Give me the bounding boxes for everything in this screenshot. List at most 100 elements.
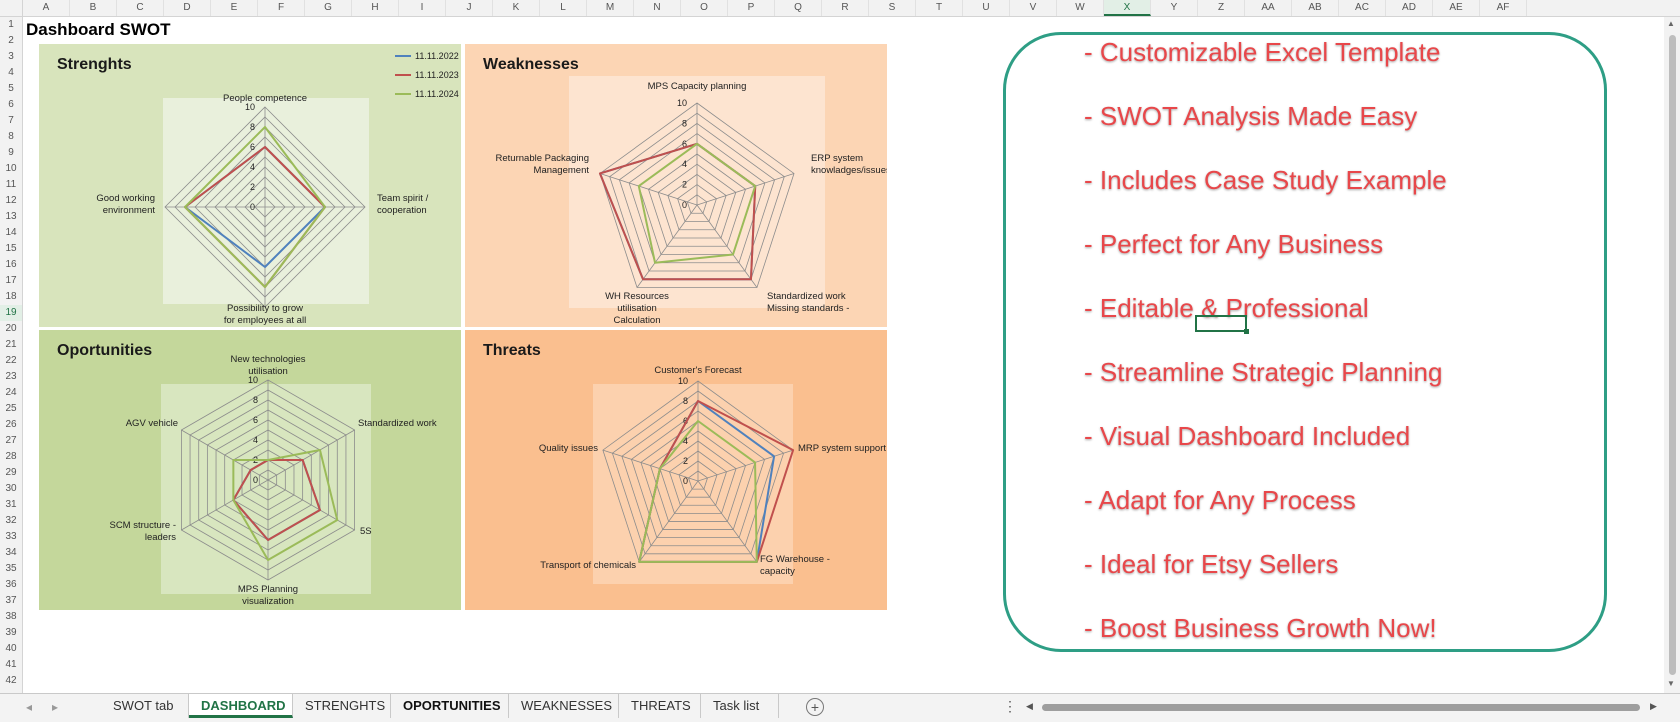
column-header-o[interactable]: O	[681, 0, 728, 16]
add-sheet-icon[interactable]: +	[806, 698, 824, 716]
tab-prev-icon[interactable]: ◂	[26, 700, 32, 714]
row-header-4[interactable]: 4	[0, 65, 22, 81]
column-header-af[interactable]: AF	[1480, 0, 1527, 16]
column-header-r[interactable]: R	[822, 0, 869, 16]
row-header-28[interactable]: 28	[0, 449, 22, 465]
column-header-f[interactable]: F	[258, 0, 305, 16]
row-header-10[interactable]: 10	[0, 161, 22, 177]
row-header-18[interactable]: 18	[0, 289, 22, 305]
column-header-k[interactable]: K	[493, 0, 540, 16]
row-header-12[interactable]: 12	[0, 193, 22, 209]
column-header-ae[interactable]: AE	[1433, 0, 1480, 16]
column-header-ad[interactable]: AD	[1386, 0, 1433, 16]
row-header-34[interactable]: 34	[0, 545, 22, 561]
column-header-i[interactable]: I	[399, 0, 446, 16]
opportunities-panel[interactable]: 0 2 4 6 8 10 New technologies utilisation Standa…	[39, 330, 461, 610]
scroll-down-icon[interactable]: ▼	[1667, 679, 1675, 688]
promo-text-box[interactable]: - Customizable Excel Template - SWOT Anal…	[1003, 32, 1607, 652]
column-header-z[interactable]: Z	[1198, 0, 1245, 16]
column-header-t[interactable]: T	[916, 0, 963, 16]
row-header-35[interactable]: 35	[0, 561, 22, 577]
vertical-scroll-thumb[interactable]	[1669, 35, 1676, 675]
row-header-6[interactable]: 6	[0, 97, 22, 113]
row-header-22[interactable]: 22	[0, 353, 22, 369]
column-header-e[interactable]: E	[211, 0, 258, 16]
row-header-15[interactable]: 15	[0, 241, 22, 257]
sheet-tab-oportunities[interactable]: OPORTUNITIES	[391, 694, 509, 718]
row-header-11[interactable]: 11	[0, 177, 22, 193]
column-header-aa[interactable]: AA	[1245, 0, 1292, 16]
row-header-32[interactable]: 32	[0, 513, 22, 529]
row-header-41[interactable]: 41	[0, 657, 22, 673]
row-header-26[interactable]: 26	[0, 417, 22, 433]
row-header-2[interactable]: 2	[0, 33, 22, 49]
column-header-u[interactable]: U	[963, 0, 1010, 16]
strengths-panel[interactable]: 0 2 4 6 8 10 People competence Team spirit / coo…	[39, 44, 461, 327]
horizontal-scroll-thumb[interactable]	[1042, 704, 1640, 711]
row-header-40[interactable]: 40	[0, 641, 22, 657]
column-header-n[interactable]: N	[634, 0, 681, 16]
row-header-21[interactable]: 21	[0, 337, 22, 353]
sheet-tab-swot-tab[interactable]: SWOT tab	[101, 694, 189, 718]
sheet-tab-strenghts[interactable]: STRENGHTS	[293, 694, 391, 718]
row-header-23[interactable]: 23	[0, 369, 22, 385]
tab-next-icon[interactable]: ▸	[52, 700, 58, 714]
column-header-j[interactable]: J	[446, 0, 493, 16]
column-header-d[interactable]: D	[164, 0, 211, 16]
weaknesses-panel[interactable]: 0 2 4 6 8 10 MPS Capacity planning ERP system kn…	[465, 44, 887, 327]
threats-panel[interactable]: 0 2 4 6 8 10 Customer's Forecast MRP system sup…	[465, 330, 887, 610]
row-header-13[interactable]: 13	[0, 209, 22, 225]
column-header-x[interactable]: X	[1104, 0, 1151, 16]
sheet-tab-weaknesses[interactable]: WEAKNESSES	[509, 694, 619, 718]
column-header-q[interactable]: Q	[775, 0, 822, 16]
column-header-a[interactable]: A	[23, 0, 70, 16]
row-header-9[interactable]: 9	[0, 145, 22, 161]
column-header-ab[interactable]: AB	[1292, 0, 1339, 16]
vertical-scrollbar[interactable]: ▲ ▼	[1664, 17, 1680, 693]
row-header-20[interactable]: 20	[0, 321, 22, 337]
column-header-b[interactable]: B	[70, 0, 117, 16]
row-header-31[interactable]: 31	[0, 497, 22, 513]
column-header-h[interactable]: H	[352, 0, 399, 16]
row-header-29[interactable]: 29	[0, 465, 22, 481]
column-header-s[interactable]: S	[869, 0, 916, 16]
row-header-14[interactable]: 14	[0, 225, 22, 241]
select-all-corner[interactable]	[0, 0, 23, 16]
row-header-30[interactable]: 30	[0, 481, 22, 497]
row-header-42[interactable]: 42	[0, 673, 22, 689]
row-header-37[interactable]: 37	[0, 593, 22, 609]
column-header-l[interactable]: L	[540, 0, 587, 16]
row-header-36[interactable]: 36	[0, 577, 22, 593]
scroll-right-icon[interactable]: ▶	[1650, 701, 1657, 712]
sheet-tab-task-list[interactable]: Task list	[701, 694, 779, 718]
active-cell-selection[interactable]	[1195, 315, 1249, 334]
row-header-8[interactable]: 8	[0, 129, 22, 145]
row-header-5[interactable]: 5	[0, 81, 22, 97]
row-header-17[interactable]: 17	[0, 273, 22, 289]
scroll-up-icon[interactable]: ▲	[1667, 19, 1675, 28]
column-header-ac[interactable]: AC	[1339, 0, 1386, 16]
row-header-16[interactable]: 16	[0, 257, 22, 273]
worksheet-grid[interactable]: Dashboard SWOT 0 2 4 6 8 10 People competence T…	[23, 17, 1663, 693]
row-header-25[interactable]: 25	[0, 401, 22, 417]
column-header-y[interactable]: Y	[1151, 0, 1198, 16]
column-header-v[interactable]: V	[1010, 0, 1057, 16]
scroll-left-icon[interactable]: ◀	[1026, 701, 1033, 712]
horizontal-scrollbar[interactable]: ◀ ▶	[1024, 699, 1664, 715]
row-header-1[interactable]: 1	[0, 17, 22, 33]
row-header-39[interactable]: 39	[0, 625, 22, 641]
row-header-7[interactable]: 7	[0, 113, 22, 129]
column-header-m[interactable]: M	[587, 0, 634, 16]
row-header-27[interactable]: 27	[0, 433, 22, 449]
column-header-p[interactable]: P	[728, 0, 775, 16]
sheet-tab-dashboard[interactable]: DASHBOARD	[189, 694, 293, 718]
row-header-24[interactable]: 24	[0, 385, 22, 401]
column-header-c[interactable]: C	[117, 0, 164, 16]
row-header-33[interactable]: 33	[0, 529, 22, 545]
row-header-3[interactable]: 3	[0, 49, 22, 65]
row-header-38[interactable]: 38	[0, 609, 22, 625]
more-options-icon[interactable]: ⋮	[1003, 698, 1017, 715]
row-header-19[interactable]: 19	[0, 305, 22, 321]
column-header-w[interactable]: W	[1057, 0, 1104, 16]
column-header-g[interactable]: G	[305, 0, 352, 16]
